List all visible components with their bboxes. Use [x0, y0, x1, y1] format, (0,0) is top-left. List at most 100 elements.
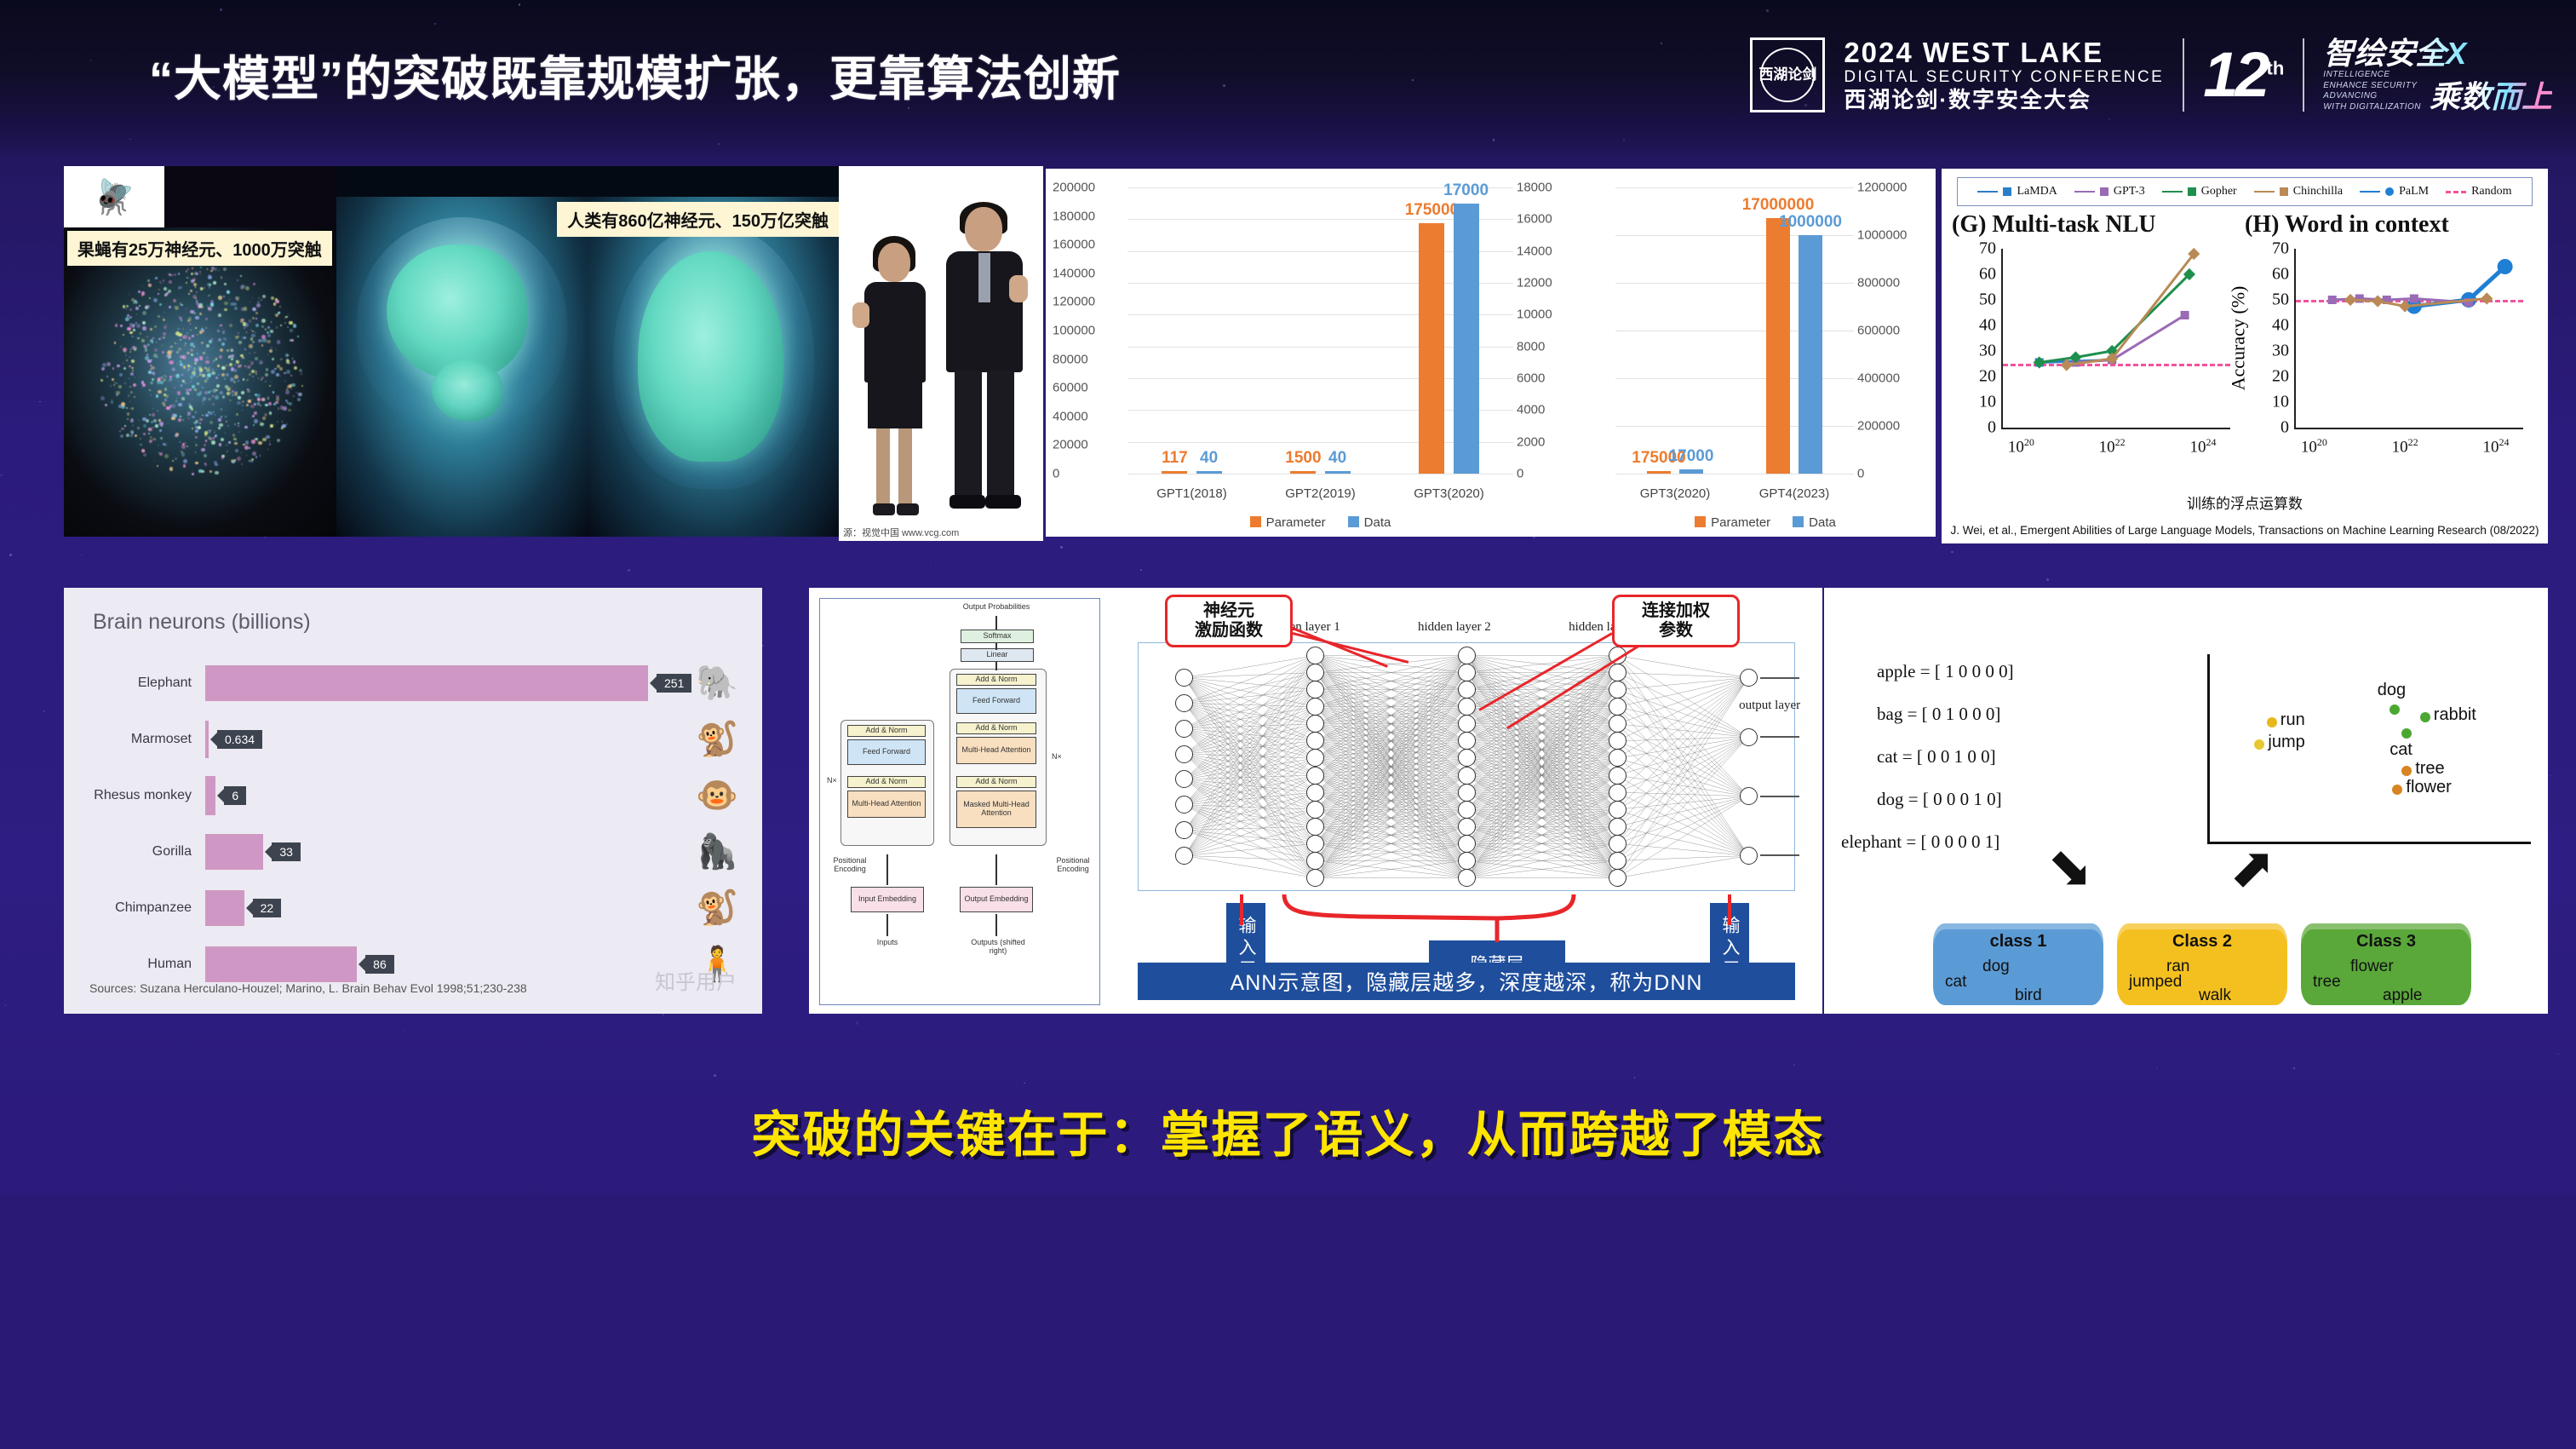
bar-value-label: 1000000	[1779, 213, 1842, 232]
ann-neuron-node	[1609, 818, 1626, 836]
emergent-series	[2296, 249, 2548, 377]
neuron-bar	[205, 776, 215, 815]
axis-tick: 120000	[1053, 295, 1095, 309]
elephant-icon: 🐘	[696, 666, 738, 700]
emergent-x-tick: 1022	[2099, 436, 2126, 457]
word-class-cylinder: class 1 dog cat bird	[1933, 923, 2103, 1005]
neuron-bar	[205, 665, 648, 701]
tf-feedforward-2: Feed Forward	[956, 688, 1036, 714]
tf-addnorm-2: Add & Norm	[956, 776, 1036, 788]
tf-addnorm-1b: Add & Norm	[847, 725, 926, 737]
chart1-y-axis-left: 0 20000 40000 60000 80000 100000 120000 140000 1…	[1053, 187, 1124, 474]
neuron-bar-row: Marmoset 0.634 🐒	[64, 717, 762, 762]
word-class-word: tree	[2313, 973, 2341, 992]
ann-neuron-node	[1609, 784, 1626, 802]
onehot-encoding-row: elephant = [ 0 0 0 0 1]	[1841, 831, 1999, 853]
neuron-bar-row: Elephant 251 🐘	[64, 661, 762, 705]
ann-neuron-node	[1609, 835, 1626, 853]
x-axis-tick-label: GPT3(2020)	[1640, 486, 1711, 501]
photo-credit: 源：视觉中国 www.vcg.com	[840, 526, 961, 539]
tf-positional-encoding-right: Positional Encoding	[1045, 856, 1101, 874]
ann-neuron-node	[1458, 784, 1476, 802]
slogan-line-1: 智绘安全X	[2323, 37, 2552, 70]
background-wave-decoration	[0, 1193, 2576, 1449]
ann-neuron-node	[1609, 869, 1626, 887]
axis-tick: 140000	[1053, 266, 1095, 280]
axis-tick: 1000000	[1857, 228, 1907, 243]
tf-addnorm-4: Add & Norm	[956, 674, 1036, 686]
conference-logo: 西湖论剑 2024 WEST LAKE DIGITAL SECURITY CON…	[1750, 31, 2552, 119]
onehot-encoding-row: cat = [ 0 0 1 0 0]	[1877, 746, 1996, 768]
word-class-cylinder: Class 2 ran jumped walk	[2117, 923, 2287, 1005]
axis-tick: 200000	[1857, 419, 1900, 434]
slogan-line-2: 乘数而上	[2430, 81, 2552, 113]
neuron-bar-label: Gorilla	[64, 844, 192, 860]
emergent-citation: J. Wei, et al., Emergent Abilities of La…	[1948, 524, 2541, 537]
emergent-x-tick: 1024	[2482, 436, 2509, 457]
emergent-y-tick: 50	[1979, 290, 1996, 310]
emergent-title-G: (G) Multi-task NLU	[1952, 211, 2156, 239]
axis-tick: 180000	[1053, 209, 1095, 223]
axis-tick: 2000	[1517, 434, 1545, 449]
legend-item-data: Data	[1348, 515, 1391, 530]
embedding-point-label: rabbit	[2434, 705, 2476, 725]
bar-parameter-1	[1290, 471, 1316, 474]
footer-headline: 突破的关键在于：掌握了语义，从而跨越了模态	[0, 1095, 2576, 1166]
chart1-y-axis-right: 0 2000 4000 6000 8000 10000 12000 14000 16000 180…	[1517, 187, 1588, 474]
bar-data-1	[1325, 471, 1351, 474]
emergent-y-tick: 40	[1979, 316, 1996, 336]
ann-neuron-node	[1609, 852, 1626, 870]
ann-neuron-node	[1458, 869, 1476, 887]
axis-tick: 8000	[1517, 339, 1545, 354]
word-class-title: Class 3	[2301, 932, 2471, 952]
axis-tick: 16000	[1517, 212, 1552, 227]
tf-addnorm-1: Add & Norm	[847, 776, 926, 788]
embedding-point-rabbit	[2420, 712, 2430, 722]
emergent-legend-gopher: Gopher	[2162, 185, 2237, 198]
chart1-legend: Parameter Data	[1046, 515, 1595, 530]
tf-inputs-label: Inputs	[859, 938, 915, 946]
emergent-y-tick: 60	[2272, 265, 2289, 285]
bar-data-0	[1679, 469, 1703, 474]
onehot-encoding-row: dog = [ 0 0 0 1 0]	[1877, 789, 2002, 810]
ann-neuron-node	[1609, 749, 1626, 767]
neuron-bar-label: Elephant	[64, 676, 192, 691]
ann-neuron-node	[1609, 715, 1626, 733]
marmoset-icon: 🐒	[696, 722, 738, 756]
embedding-point-label: run	[2281, 710, 2305, 730]
emergent-y-tick: 20	[2272, 367, 2289, 387]
panel-fruit-fly-connectome: 🪰 果蝇有25万神经元、1000万突触	[64, 166, 336, 537]
person-woman	[851, 236, 939, 517]
brain-scan-lateral	[336, 197, 588, 537]
chart2-plot-area: 175000 17000 17000000 1000000	[1615, 187, 1854, 474]
emergent-y-tick: 0	[1988, 418, 1996, 438]
ann-neuron-node	[1458, 801, 1476, 819]
emergent-ylabel: Accuracy (%)	[2228, 286, 2250, 391]
ann-neuron-node	[1740, 669, 1758, 687]
x-axis-tick-label: GPT3(2020)	[1414, 486, 1484, 501]
chart-emergent-abilities: LaMDA GPT-3 Gopher Chinchilla PaLM Random (G)…	[1942, 169, 2548, 543]
bar-parameter-0	[1647, 471, 1671, 474]
legend-item-parameter: Parameter	[1695, 515, 1770, 530]
ann-caption: ANN示意图，隐藏层越多，深度越深，称为DNN	[1138, 963, 1795, 1000]
callout-connection-weights: 连接加权 参数	[1612, 595, 1740, 647]
axis-tick: 100000	[1053, 324, 1095, 338]
word-class-word: dog	[1982, 957, 2010, 976]
ann-neuron-node	[1740, 787, 1758, 805]
ann-neuron-node	[1306, 801, 1324, 819]
bar-value-label: 40	[1328, 449, 1346, 468]
neuron-bar	[205, 946, 357, 982]
tf-multihead-attention-1: Multi-Head Attention	[847, 791, 926, 818]
emergent-xlabel: 训练的浮点运算数	[1942, 492, 2548, 513]
panel-neural-network-diagrams: Output Probabilities Softmax Linear Add …	[809, 588, 1822, 1014]
ann-neuron-node	[1458, 681, 1476, 699]
tf-output-embedding: Output Embedding	[960, 887, 1033, 912]
west-lake-seal-icon: 西湖论剑	[1750, 37, 1825, 112]
axis-tick: 18000	[1517, 181, 1552, 195]
ann-output-arrow	[1760, 736, 1799, 738]
chart-gpt-scale-2: 0 200000 400000 600000 800000 1000000 1200000 …	[1595, 169, 1936, 537]
panel-word-embedding: apple = [ 1 0 0 0 0] bag = [ 0 1 0 0 0] ca…	[1824, 588, 2548, 1014]
fly-connectome-image	[64, 227, 336, 537]
slogan-sub-4: WITH DIGITALIZATION	[2323, 102, 2421, 113]
axis-tick: 400000	[1857, 371, 1900, 386]
